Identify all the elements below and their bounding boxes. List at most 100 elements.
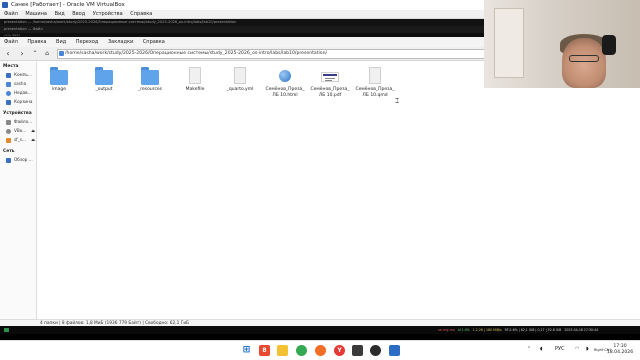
github-icon[interactable] (370, 345, 381, 356)
trash-icon (6, 99, 11, 105)
folder-location-icon (59, 51, 64, 56)
status-bar: 4 папки | 8 файлов: 1,8 МиБ (1936 779 Ба… (0, 319, 640, 326)
sidebar-item-label: Недав... (14, 90, 32, 95)
sidebar-item-label: Компь... (14, 72, 32, 77)
virtualbox-icon (2, 2, 8, 8)
sidebar-heading-places: Места (3, 64, 19, 69)
sidebar-item-vbox-cd[interactable]: VBo... ⏏ (5, 127, 36, 135)
vbox-menu-machine[interactable]: Машина (25, 11, 47, 17)
webcam-person-face (562, 38, 606, 88)
sidebar-item-computer[interactable]: Компь... (5, 71, 36, 79)
location-path: /home/sasha/work/study/2025-2026/Операци… (65, 51, 328, 56)
guest-bottom-panel: sa mly-ma ld 1.0% 1.2 26 | 180 MiB/s RF:… (0, 326, 640, 334)
wifi-icon[interactable]: ◠ (575, 346, 579, 352)
file-item-output[interactable]: _output (83, 65, 125, 109)
clock[interactable]: 17:30 18.04.2026 (601, 344, 639, 356)
fm-menu-go[interactable]: Переход (76, 39, 99, 45)
panel-status-strip: sa mly-ma ld 1.0% 1.2 26 | 180 MiB/s RF:… (437, 326, 640, 334)
html-globe-icon (276, 67, 294, 85)
app-icon-1[interactable]: 8 (259, 345, 270, 356)
fm-menu-edit[interactable]: Правка (27, 39, 46, 45)
home-icon[interactable]: ⌂ (42, 49, 52, 59)
sidebar-heading-network: Сеть (3, 149, 15, 154)
network-icon (6, 157, 11, 163)
back-arrow-icon[interactable]: ‹ (3, 49, 13, 59)
app-icon-dark[interactable] (352, 345, 363, 356)
filesystem-icon (6, 119, 11, 125)
panel-app-icon[interactable] (4, 328, 9, 332)
file-item-makefile[interactable]: Makefile (174, 65, 216, 109)
folder-icon (141, 67, 159, 85)
folder-icon (95, 67, 113, 85)
file-view[interactable]: image _output _resources Makefile _quart… (38, 62, 640, 319)
file-item-resources[interactable]: _resources (129, 65, 171, 109)
windows-taskbar: ⊞ 8 Y ⌃ ◖ РУС ◠ ◗ Right Ctrl 17:30 18.04… (0, 340, 640, 360)
webcam-person-glasses (569, 55, 599, 62)
vbox-menu-devices[interactable]: Устройства (93, 11, 123, 17)
chevron-up-icon[interactable]: ⌃ (527, 346, 531, 352)
file-item-quarto-yml[interactable]: _quarto.yml (219, 65, 261, 109)
file-item-pdf[interactable]: Семёнов_Преза_ЛБ 10.pdf (309, 65, 351, 109)
pdf-icon (321, 67, 339, 85)
fm-menu-view[interactable]: Вид (56, 39, 66, 45)
file-name: Семёнов_Преза_ЛБ 10.qmd (355, 87, 395, 98)
vbox-menu-view[interactable]: Вид (55, 11, 65, 17)
vbox-menu-file[interactable]: Файл (4, 11, 18, 17)
webcam-overlay (484, 0, 640, 88)
input-language[interactable]: РУС (555, 346, 565, 352)
sidebar-item-home[interactable]: sasha (5, 80, 36, 88)
file-name: image (51, 87, 67, 92)
screen: Санек [Работает] - Oracle VM VirtualBox … (0, 0, 640, 360)
recent-icon (6, 90, 11, 96)
windows-start-icon[interactable]: ⊞ (241, 345, 252, 356)
document-icon (366, 67, 384, 85)
fm-menu-help[interactable]: Справка (143, 39, 165, 45)
file-item-image[interactable]: image (38, 65, 80, 109)
virtualbox-taskbar-icon[interactable] (389, 345, 400, 356)
sidebar-item-filesystem[interactable]: Файло... (5, 118, 36, 126)
file-item-qmd[interactable]: Семёнов_Преза_ЛБ 10.qmd (354, 65, 396, 109)
eject-icon[interactable]: ⏏ (31, 127, 35, 135)
sidebar-item-label: Файло... (14, 119, 33, 124)
panel-segment: sa mly-ma (438, 328, 455, 332)
sidebar-item-trash[interactable]: Корзина (5, 98, 36, 106)
mouse-cursor-icon: ⌶ (395, 97, 400, 105)
chrome-icon[interactable] (296, 345, 307, 356)
file-name: Семёнов_Преза_ЛБ 10.html (265, 87, 305, 98)
yandex-icon[interactable]: Y (334, 345, 345, 356)
speaker-icon[interactable]: ◖ (540, 346, 543, 352)
file-name: _quarto.yml (226, 87, 254, 92)
app-icon-orange[interactable] (315, 345, 326, 356)
sidebar-item-shared-folder[interactable]: sf_s... ⏏ (5, 136, 36, 144)
vbox-title-bar[interactable]: Санек [Работает] - Oracle VM VirtualBox (0, 0, 484, 10)
forward-arrow-icon[interactable]: › (17, 49, 27, 59)
volume-icon[interactable]: ◗ (586, 346, 589, 352)
vbox-menu-help[interactable]: Справка (130, 11, 152, 17)
document-icon (231, 67, 249, 85)
panel-segment: 2025-04-18 17:30:44 (564, 328, 599, 332)
sidebar-item-network[interactable]: Обзор ... (5, 156, 36, 164)
file-name: _output (95, 87, 113, 92)
file-name: _resources (137, 87, 163, 92)
folder-icon (50, 67, 68, 85)
document-icon (186, 67, 204, 85)
panel-segment: 1.2 26 | 180 MiB/s (472, 328, 502, 332)
shared-folder-icon (6, 137, 11, 143)
computer-icon (6, 72, 11, 78)
webcam-door (494, 8, 524, 78)
sidebar-item-recent[interactable]: Недав... (5, 89, 36, 97)
vbox-menu-bar: Файл Машина Вид Ввод Устройства Справка (0, 10, 484, 19)
sidebar-item-label: Корзина (14, 99, 33, 104)
disc-icon (6, 128, 11, 134)
file-item-html[interactable]: Семёнов_Преза_ЛБ 10.html (264, 65, 306, 109)
sidebar-item-label: Обзор ... (14, 157, 33, 162)
fm-menu-bookmarks[interactable]: Закладки (108, 39, 133, 45)
vbox-menu-input[interactable]: Ввод (72, 11, 85, 17)
file-explorer-icon[interactable] (277, 345, 288, 356)
panel-segment: RF:2.6% | 62,1 GiB | 0,17 | 52.6 GiB (504, 328, 562, 332)
eject-icon[interactable]: ⏏ (31, 136, 35, 144)
sidebar-item-label: VBo... (14, 128, 27, 133)
up-arrow-icon[interactable]: ⌃ (30, 49, 40, 59)
fm-menu-file[interactable]: Файл (4, 39, 18, 45)
home-icon (6, 81, 11, 87)
